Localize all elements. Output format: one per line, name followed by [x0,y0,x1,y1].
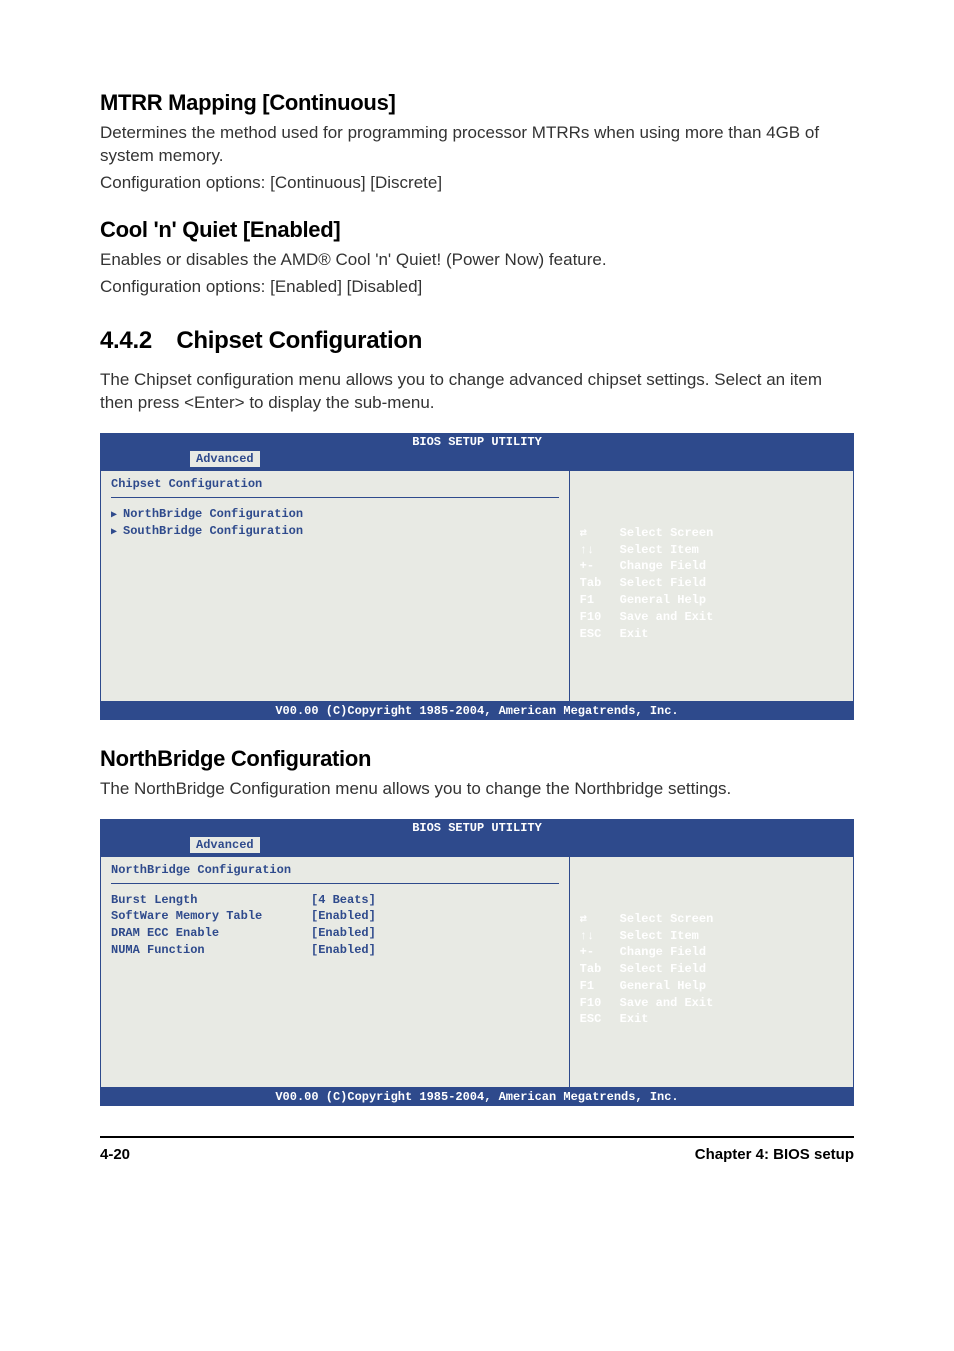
chipset-number: 4.4.2 [100,327,170,355]
mtrr-desc-2: Configuration options: [Continuous] [Dis… [100,172,854,195]
bios2-setting-software: SoftWare Memory Table [Enabled] [111,908,559,925]
chipset-heading: 4.4.2 Chipset Configuration [100,327,854,355]
bios1-help-row: TabSelect Field [580,575,843,592]
bios2-setting-value: [Enabled] [311,942,559,959]
bios2-help-row: ESCExit [580,1011,843,1028]
mtrr-section: MTRR Mapping [Continuous] Determines the… [100,90,854,195]
bios1-help-row: ⇄Select Screen [580,525,843,542]
bios2-tab-advanced: Advanced [190,837,260,853]
bios1-body: Chipset Configuration NorthBridge Config… [100,470,854,702]
page-footer: 4-20 Chapter 4: BIOS setup [100,1136,854,1163]
bios1-item-northbridge: NorthBridge Configuration [111,506,559,523]
bios2-setting-label: NUMA Function [111,942,311,959]
bios2-help-row: ↑↓Select Item [580,928,843,945]
bios1-item-southbridge: SouthBridge Configuration [111,523,559,540]
cool-heading: Cool 'n' Quiet [Enabled] [100,217,854,243]
page-number: 4-20 [100,1146,130,1163]
bios2-header: BIOS SETUP UTILITY [100,819,854,837]
bios-screen-chipset: BIOS SETUP UTILITY Advanced Chipset Conf… [100,433,854,720]
bios1-help-row: ↑↓Select Item [580,542,843,559]
bios1-help-row: +-Change Field [580,558,843,575]
bios2-panel-title: NorthBridge Configuration [111,863,559,884]
bios2-setting-dram: DRAM ECC Enable [Enabled] [111,925,559,942]
bios2-setting-value: [Enabled] [311,925,559,942]
mtrr-heading: MTRR Mapping [Continuous] [100,90,854,116]
mtrr-desc-1: Determines the method used for programmi… [100,122,854,168]
cool-desc-2: Configuration options: [Enabled] [Disabl… [100,276,854,299]
bios2-help: ⇄Select Screen ↑↓Select Item +-Change Fi… [580,911,843,1029]
bios1-right-panel: ⇄Select Screen ↑↓Select Item +-Change Fi… [569,471,853,701]
bios2-setting-label: Burst Length [111,892,311,909]
bios1-left-panel: Chipset Configuration NorthBridge Config… [101,471,569,701]
bios2-help-row: +-Change Field [580,944,843,961]
chipset-title: Chipset Configuration [176,327,422,354]
bios1-help: ⇄Select Screen ↑↓Select Item +-Change Fi… [580,525,843,643]
cool-section: Cool 'n' Quiet [Enabled] Enables or disa… [100,217,854,299]
bios1-tabs: Advanced [100,451,854,470]
bios1-tab-advanced: Advanced [190,451,260,467]
bios2-setting-label: DRAM ECC Enable [111,925,311,942]
bios2-setting-numa: NUMA Function [Enabled] [111,942,559,959]
bios1-footer: V00.00 (C)Copyright 1985-2004, American … [100,702,854,720]
bios2-left-panel: NorthBridge Configuration Burst Length [… [101,857,569,1087]
bios2-help-row: ⇄Select Screen [580,911,843,928]
bios-screen-northbridge: BIOS SETUP UTILITY Advanced NorthBridge … [100,819,854,1106]
northbridge-heading: NorthBridge Configuration [100,746,854,772]
bios2-setting-label: SoftWare Memory Table [111,908,311,925]
bios2-right-panel: ⇄Select Screen ↑↓Select Item +-Change Fi… [569,857,853,1087]
bios2-setting-burst: Burst Length [4 Beats] [111,892,559,909]
chipset-desc: The Chipset configuration menu allows yo… [100,369,854,415]
bios1-header: BIOS SETUP UTILITY [100,433,854,451]
northbridge-desc: The NorthBridge Configuration menu allow… [100,778,854,801]
bios1-help-row: F1General Help [580,592,843,609]
cool-desc-1: Enables or disables the AMD® Cool 'n' Qu… [100,249,854,272]
bios2-body: NorthBridge Configuration Burst Length [… [100,856,854,1088]
bios1-panel-title: Chipset Configuration [111,477,559,498]
bios1-help-row: F10Save and Exit [580,609,843,626]
bios2-setting-value: [Enabled] [311,908,559,925]
bios2-help-row: TabSelect Field [580,961,843,978]
bios2-setting-value: [4 Beats] [311,892,559,909]
bios2-help-row: F1General Help [580,978,843,995]
bios2-help-row: F10Save and Exit [580,995,843,1012]
bios1-help-row: ESCExit [580,626,843,643]
chapter-title: Chapter 4: BIOS setup [695,1146,854,1163]
bios2-footer: V00.00 (C)Copyright 1985-2004, American … [100,1088,854,1106]
bios2-tabs: Advanced [100,837,854,856]
